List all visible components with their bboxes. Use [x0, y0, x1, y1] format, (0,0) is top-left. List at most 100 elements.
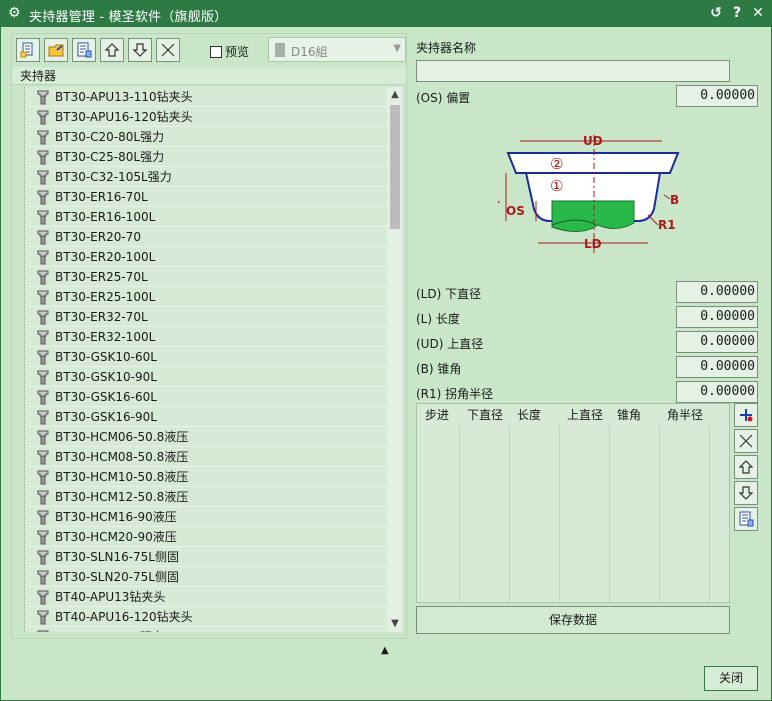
holder-list-item[interactable]: BT30-GSK10-90L	[25, 367, 387, 387]
holder-list-item[interactable]: BT40-APU13钻夹头	[25, 587, 387, 607]
holder-list-item[interactable]: BT30-C32-105L强力	[25, 167, 387, 187]
holder-name-input[interactable]	[416, 60, 730, 82]
holder-list-item[interactable]: BT30-ER16-70L	[25, 187, 387, 207]
holder-list-item[interactable]: BT30-GSK16-60L	[25, 387, 387, 407]
holder-list-item[interactable]: BT40-APU16-120钻夹头	[25, 607, 387, 627]
column-divider	[559, 426, 560, 602]
add-step-button[interactable]	[734, 403, 758, 427]
reset-icon[interactable]: ↺	[707, 4, 725, 22]
holder-icon	[37, 150, 49, 164]
param-input[interactable]: 0.00000	[676, 331, 758, 353]
add-row-icon	[740, 409, 753, 422]
holder-name: BT30-C32-105L强力	[55, 170, 172, 184]
param-input[interactable]: 0.00000	[676, 281, 758, 303]
holder-name: BT30-ER32-70L	[55, 309, 148, 324]
holder-icon	[37, 430, 49, 444]
holder-manager-window: ⚙ 夹持器管理 - 模圣软件（旗舰版） ↺ ? ✕ 预览 D16組 ▼ 夹持器 …	[0, 0, 772, 701]
step-down-button[interactable]	[734, 481, 758, 505]
holder-list-item[interactable]: BT30-SLN16-75L侧固	[25, 547, 387, 567]
holder-list-item[interactable]: BT30-ER20-100L	[25, 247, 387, 267]
holder-icon	[37, 190, 49, 204]
move-up-button[interactable]	[100, 38, 124, 62]
delete-holder-button[interactable]	[156, 38, 180, 62]
close-icon[interactable]: ✕	[749, 4, 767, 22]
move-down-button[interactable]	[128, 38, 152, 62]
save-data-button[interactable]: 保存数据	[416, 606, 730, 634]
holder-icon	[37, 570, 49, 584]
list-scrollbar[interactable]: ▲ ▼	[387, 87, 403, 632]
preview-checkbox[interactable]	[210, 45, 222, 58]
holder-list-item[interactable]: BT30-HCM08-50.8液压	[25, 447, 387, 467]
holder-name: BT30-ER25-100L	[55, 289, 156, 304]
holder-list-item[interactable]: BT30-C20-80L强力	[25, 127, 387, 147]
header-length: 长度	[517, 408, 542, 422]
holder-list-item[interactable]: BT30-ER32-100L	[25, 327, 387, 347]
open-holder-button[interactable]	[44, 38, 68, 62]
holder-list-item[interactable]: BT30-ER20-70	[25, 227, 387, 247]
holder-list-item[interactable]: BT30-HCM12-50.8液压	[25, 487, 387, 507]
scroll-up-icon[interactable]: ▲	[387, 87, 403, 103]
delete-x-icon	[739, 434, 753, 448]
holder-icon	[37, 310, 49, 324]
scroll-down-icon[interactable]: ▼	[387, 616, 403, 632]
column-divider	[509, 426, 510, 602]
holder-icon	[37, 110, 49, 124]
holder-list-item[interactable]: BT30-SLN20-75L侧固	[25, 567, 387, 587]
marker-1: ①	[550, 177, 563, 195]
scroll-thumb[interactable]	[390, 105, 400, 229]
column-divider	[459, 426, 460, 602]
column-divider	[709, 426, 710, 602]
step-export-button[interactable]	[734, 507, 758, 531]
holder-icon	[37, 490, 49, 504]
document-edit-icon	[739, 511, 754, 527]
param-label: (R1) 拐角半径	[416, 387, 494, 401]
import-holder-button[interactable]	[72, 38, 96, 62]
holder-icon	[37, 530, 49, 544]
ld-label: LD	[584, 237, 602, 251]
holder-list-item[interactable]: BT30-HCM20-90液压	[25, 527, 387, 547]
holder-icon	[37, 210, 49, 224]
holder-icon	[37, 250, 49, 264]
holder-list-item[interactable]: BT30-APU13-110钻夹头	[25, 87, 387, 107]
holder-name: BT40-APU16-120钻夹头	[55, 610, 193, 624]
step-table[interactable]: 步进 下直径 长度 上直径 锥角 角半径	[416, 403, 730, 603]
holder-name: BT30-HCM08-50.8液压	[55, 450, 189, 464]
param-label: (UD) 上直径	[416, 337, 484, 351]
collapse-panel-icon[interactable]: ▲	[381, 645, 389, 656]
holder-list-item[interactable]: BT30-HCM06-50.8液压	[25, 427, 387, 447]
preview-toggle[interactable]: 预览	[210, 43, 249, 60]
holder-list-item[interactable]: BT30-HCM16-90液压	[25, 507, 387, 527]
holder-list-item[interactable]: BT30-ER25-70L	[25, 267, 387, 287]
r1-label: R1	[658, 218, 676, 232]
param-input[interactable]: 0.00000	[676, 306, 758, 328]
param-input[interactable]: 0.00000	[676, 381, 758, 403]
group-select[interactable]: D16組 ▼	[268, 37, 406, 62]
holder-list-item[interactable]: BT30-GSK16-90L	[25, 407, 387, 427]
holder-list-item[interactable]: BT30-ER16-100L	[25, 207, 387, 227]
param-label: (LD) 下直径	[416, 287, 482, 301]
holder-list[interactable]: BT30-APU13-110钻夹头 BT30-APU16-120钻夹头 BT30-C…	[24, 87, 387, 632]
holder-list-item[interactable]: BT40-C20-80L强力	[25, 627, 387, 632]
holder-list-item[interactable]: BT30-GSK10-60L	[25, 347, 387, 367]
holder-name: BT30-ER20-70	[55, 229, 141, 244]
header-step: 步进	[425, 408, 450, 422]
holder-list-item[interactable]: BT30-APU16-120钻夹头	[25, 107, 387, 127]
delete-step-button[interactable]	[734, 429, 758, 453]
step-up-button[interactable]	[734, 455, 758, 479]
holder-name: BT30-SLN16-75L侧固	[55, 550, 179, 564]
os-offset-input[interactable]: 0.00000	[676, 85, 758, 107]
holder-name: BT30-SLN20-75L侧固	[55, 570, 179, 584]
column-divider	[609, 426, 610, 602]
holder-list-item[interactable]: BT30-ER32-70L	[25, 307, 387, 327]
new-holder-button[interactable]	[16, 38, 40, 62]
holder-list-item[interactable]: BT30-C25-80L强力	[25, 147, 387, 167]
holder-list-item[interactable]: BT30-ER25-100L	[25, 287, 387, 307]
holder-icon	[37, 370, 49, 384]
document-edit-icon	[77, 42, 92, 58]
param-input[interactable]: 0.00000	[676, 356, 758, 378]
header-taper-angle: 锥角	[617, 408, 642, 422]
title-bar: ⚙ 夹持器管理 - 模圣软件（旗舰版） ↺ ? ✕	[1, 1, 771, 27]
holder-list-item[interactable]: BT30-HCM10-50.8液压	[25, 467, 387, 487]
close-button[interactable]: 关闭	[704, 666, 758, 691]
help-icon[interactable]: ?	[728, 4, 746, 22]
